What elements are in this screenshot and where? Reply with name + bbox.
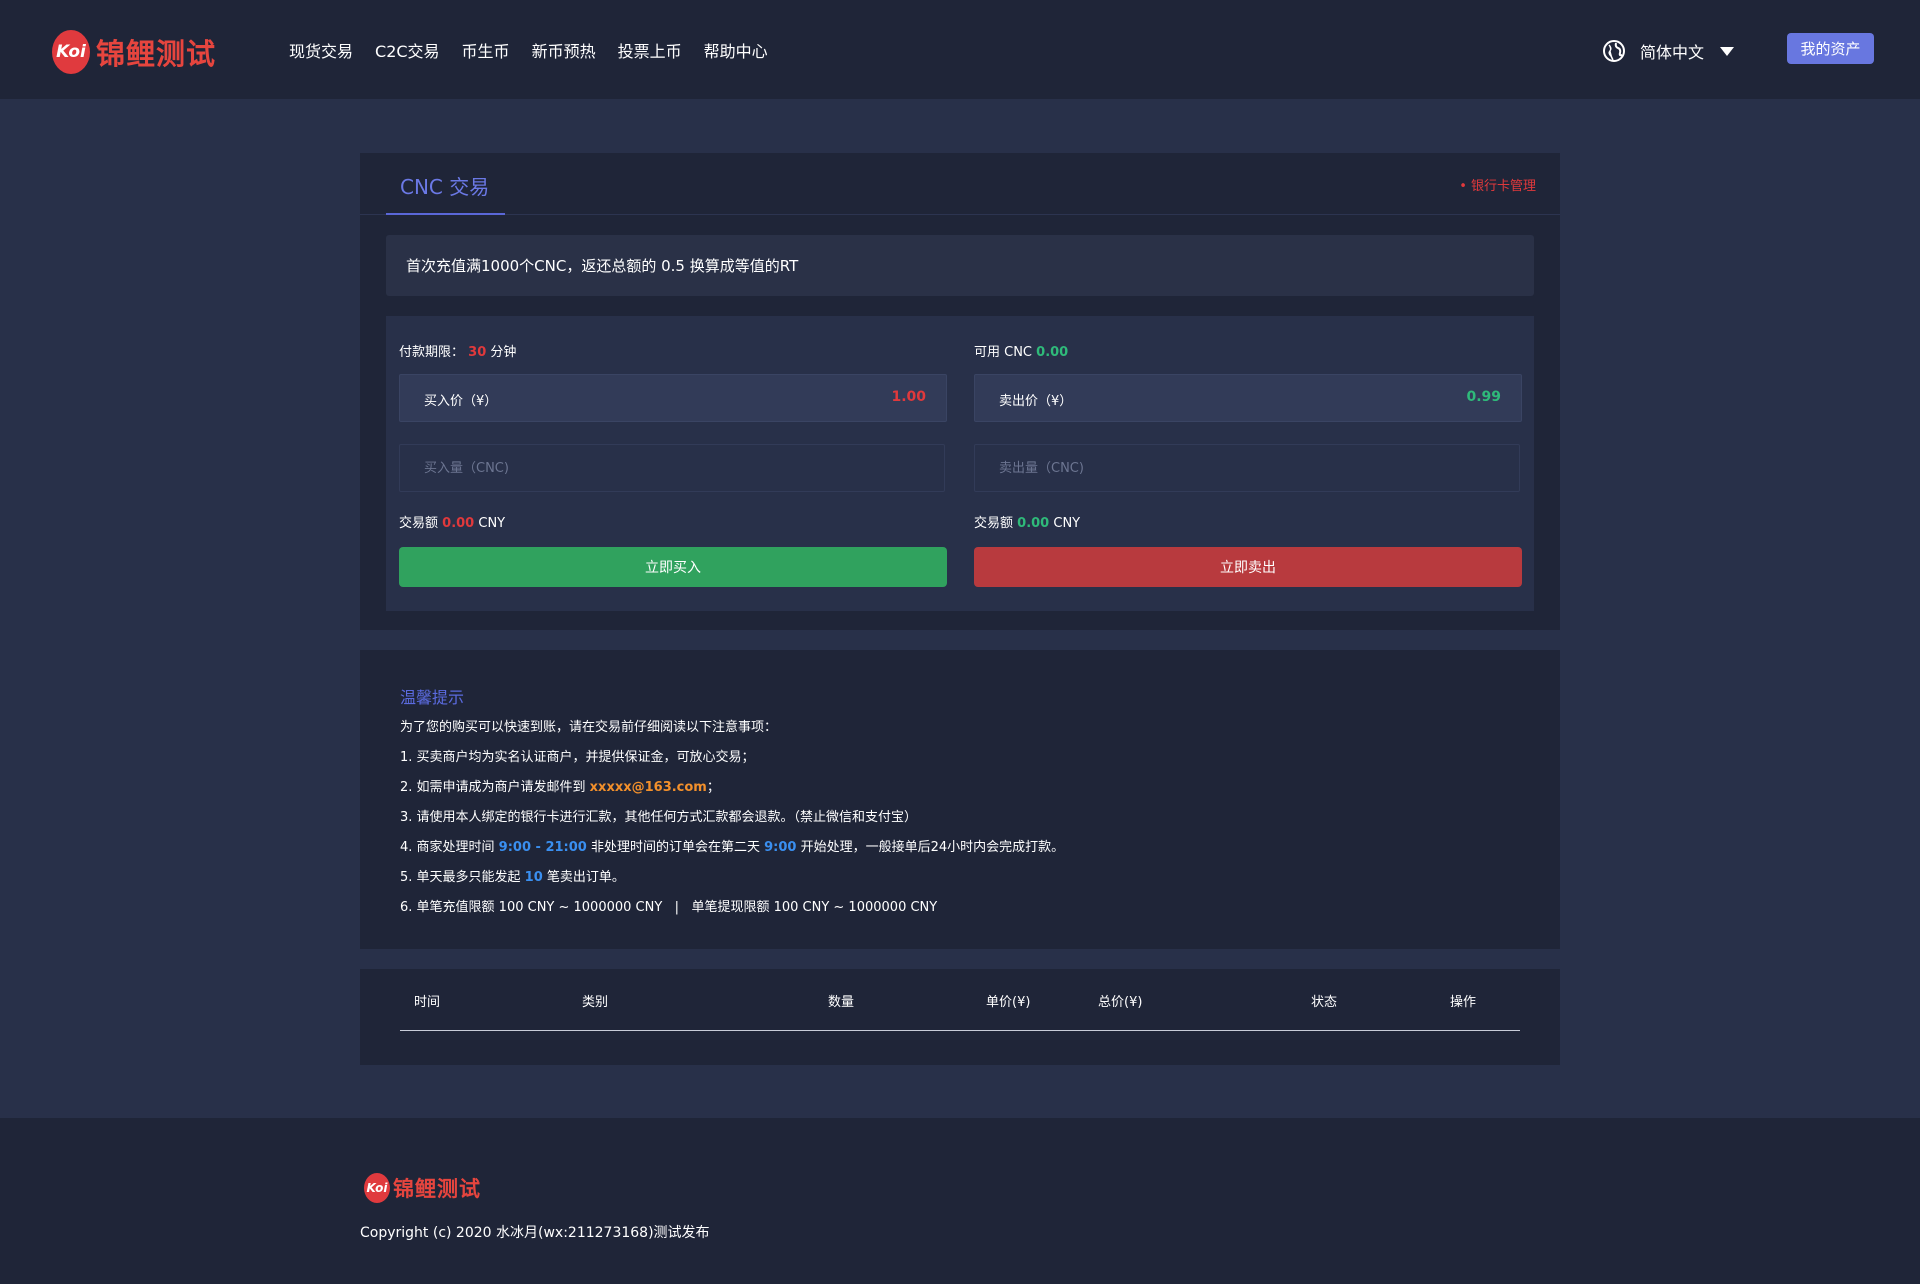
- tip-line-6: 6. 单笔充值限额 100 CNY ~ 1000000 CNY | 单笔提现限额…: [400, 900, 938, 915]
- tip-line-5-pre: 5. 单天最多只能发起: [400, 870, 525, 885]
- sell-amount: 交易额 0.00 CNY: [974, 512, 1080, 531]
- tip-line-2: 2. 如需申请成为商户请发邮件到 xxxxx@163.com；: [400, 778, 1064, 808]
- payment-limit-value: 30: [468, 345, 487, 360]
- buy-amount: 交易额 0.00 CNY: [399, 512, 505, 531]
- cnc-trade-panel: CNC 交易 • 银行卡管理 首次充值满1000个CNC，返还总额的 0.5 换…: [360, 153, 1560, 630]
- col-header-time: 时间: [414, 995, 441, 1010]
- tip-line-4-post: 开始处理，一般接单后24小时内会完成打款。: [796, 840, 1065, 855]
- copyright-text: Copyright (c) 2020 水冰月(wx:211273168)测试发布: [360, 1225, 710, 1241]
- tip-line-4-mid: 非处理时间的订单会在第二天: [586, 840, 765, 855]
- buy-price-value: 1.00: [891, 389, 926, 405]
- nav-new-coin-preheat[interactable]: 新币预热: [532, 38, 596, 62]
- tip-intro: 为了您的购买可以快速到账，请在交易前仔细阅读以下注意事项：: [400, 720, 778, 735]
- tips-panel: 温馨提示 为了您的购买可以快速到账，请在交易前仔细阅读以下注意事项： 1. 买卖…: [360, 650, 1560, 949]
- tip-line-2-pre: 2. 如需申请成为商户请发邮件到: [400, 780, 590, 795]
- logo-text: 锦鲤测试: [96, 37, 217, 71]
- buy-amount-value: 0.00: [442, 516, 475, 531]
- payment-limit: 付款期限： 30 分钟: [399, 341, 516, 360]
- promo-notice-text: 首次充值满1000个CNC，返还总额的 0.5 换算成等值的RT: [406, 257, 799, 275]
- sell-price-label: 卖出价（¥）: [999, 394, 1073, 409]
- col-header-total-price: 总价(¥): [1098, 995, 1143, 1010]
- col-header-quantity: 数量: [828, 995, 855, 1010]
- available-label: 可用 CNC: [974, 345, 1033, 360]
- tip-line-4-time2: 9:00: [764, 840, 797, 855]
- table-header: 时间 类别 数量 单价(¥) 总价(¥) 状态 操作: [400, 969, 1520, 1031]
- buy-quantity-input[interactable]: [399, 444, 945, 492]
- col-header-unit-price: 单价(¥): [986, 995, 1031, 1010]
- footer-logo-badge-icon: Koi: [364, 1173, 390, 1203]
- tip-line-5-num: 10: [524, 870, 543, 885]
- sell-now-button[interactable]: 立即卖出: [974, 547, 1522, 587]
- tab-active-indicator: [386, 213, 505, 215]
- logo-badge-icon: Koi: [52, 30, 90, 74]
- main-nav: 现货交易 C2C交易 币生币 新币预热 投票上币 帮助中心: [289, 38, 790, 62]
- tip-line-3: 3. 请使用本人绑定的银行卡进行汇款，其他任何方式汇款都会退款。（禁止微信和支付…: [400, 810, 918, 825]
- buy-amount-label: 交易额: [399, 516, 439, 531]
- bank-card-management-link[interactable]: • 银行卡管理: [1459, 175, 1536, 194]
- buy-column: 付款期限： 30 分钟 买入价（¥） 1.00 交易额 0.00 CNY 立即买…: [399, 316, 947, 611]
- footer-logo-text: 锦鲤测试: [393, 1177, 481, 1201]
- col-header-type: 类别: [582, 995, 609, 1010]
- payment-limit-unit: 分钟: [490, 345, 517, 360]
- merchant-email-link[interactable]: xxxxx@163.com: [590, 780, 707, 795]
- tips-list: 为了您的购买可以快速到账，请在交易前仔细阅读以下注意事项： 1. 买卖商户均为实…: [400, 718, 1064, 928]
- promo-notice: 首次充值满1000个CNC，返还总额的 0.5 换算成等值的RT: [386, 235, 1534, 296]
- nav-c2c-trading[interactable]: C2C交易: [375, 38, 440, 62]
- available-balance: 可用 CNC 0.00: [974, 341, 1068, 360]
- buy-amount-unit: CNY: [478, 516, 506, 531]
- nav-coin-generate[interactable]: 币生币: [462, 38, 510, 62]
- sell-quantity-input[interactable]: [974, 444, 1520, 492]
- language-label: 简体中文: [1640, 43, 1705, 62]
- nav-spot-trading[interactable]: 现货交易: [289, 38, 353, 62]
- sell-amount-unit: CNY: [1053, 516, 1081, 531]
- available-value: 0.00: [1036, 345, 1069, 360]
- my-assets-button[interactable]: 我的资产: [1787, 33, 1874, 64]
- tip-line-1: 1. 买卖商户均为实名认证商户，并提供保证金，可放心交易；: [400, 750, 755, 765]
- sell-amount-label: 交易额: [974, 516, 1014, 531]
- footer-logo: Koi 锦鲤测试: [364, 1173, 481, 1203]
- tip-line-2-post: ；: [706, 780, 720, 795]
- orders-table: 时间 类别 数量 单价(¥) 总价(¥) 状态 操作: [360, 969, 1560, 1065]
- buy-now-button[interactable]: 立即买入: [399, 547, 947, 587]
- sell-amount-value: 0.00: [1017, 516, 1050, 531]
- buy-price-label: 买入价（¥）: [424, 394, 498, 409]
- sell-column: 可用 CNC 0.00 卖出价（¥） 0.99 交易额 0.00 CNY 立即卖…: [974, 316, 1522, 611]
- tip-line-5-post: 笔卖出订单。: [542, 870, 625, 885]
- col-header-status: 状态: [1311, 995, 1338, 1010]
- sell-price-value: 0.99: [1466, 389, 1501, 405]
- nav-help-center[interactable]: 帮助中心: [704, 38, 768, 62]
- col-header-action: 操作: [1450, 995, 1477, 1010]
- chevron-down-icon: [1720, 46, 1735, 56]
- nav-vote-listing[interactable]: 投票上币: [618, 38, 682, 62]
- tip-line-4-time: 9:00 - 21:00: [498, 840, 587, 855]
- tip-line-4: 4. 商家处理时间 9:00 - 21:00 非处理时间的订单会在第二天 9:0…: [400, 838, 1064, 868]
- tab-divider: [360, 214, 1560, 215]
- tips-title: 温馨提示: [400, 688, 465, 707]
- tip-line-4-pre: 4. 商家处理时间: [400, 840, 499, 855]
- sell-price-box: 卖出价（¥） 0.99: [974, 374, 1522, 422]
- tip-line-5: 5. 单天最多只能发起 10 笔卖出订单。: [400, 868, 1064, 898]
- payment-limit-label: 付款期限：: [399, 345, 465, 360]
- site-logo[interactable]: Koi 锦鲤测试: [52, 30, 216, 74]
- top-header: Koi 锦鲤测试 现货交易 C2C交易 币生币 新币预热 投票上币 帮助中心 简…: [0, 0, 1920, 99]
- trade-area: 付款期限： 30 分钟 买入价（¥） 1.00 交易额 0.00 CNY 立即买…: [386, 316, 1534, 611]
- page-footer: Koi 锦鲤测试 Copyright (c) 2020 水冰月(wx:21127…: [0, 1118, 1920, 1284]
- language-selector[interactable]: 简体中文: [1602, 39, 1735, 63]
- globe-icon: [1603, 40, 1625, 62]
- tab-cnc-trade[interactable]: CNC 交易: [400, 171, 489, 200]
- buy-price-box: 买入价（¥） 1.00: [399, 374, 947, 422]
